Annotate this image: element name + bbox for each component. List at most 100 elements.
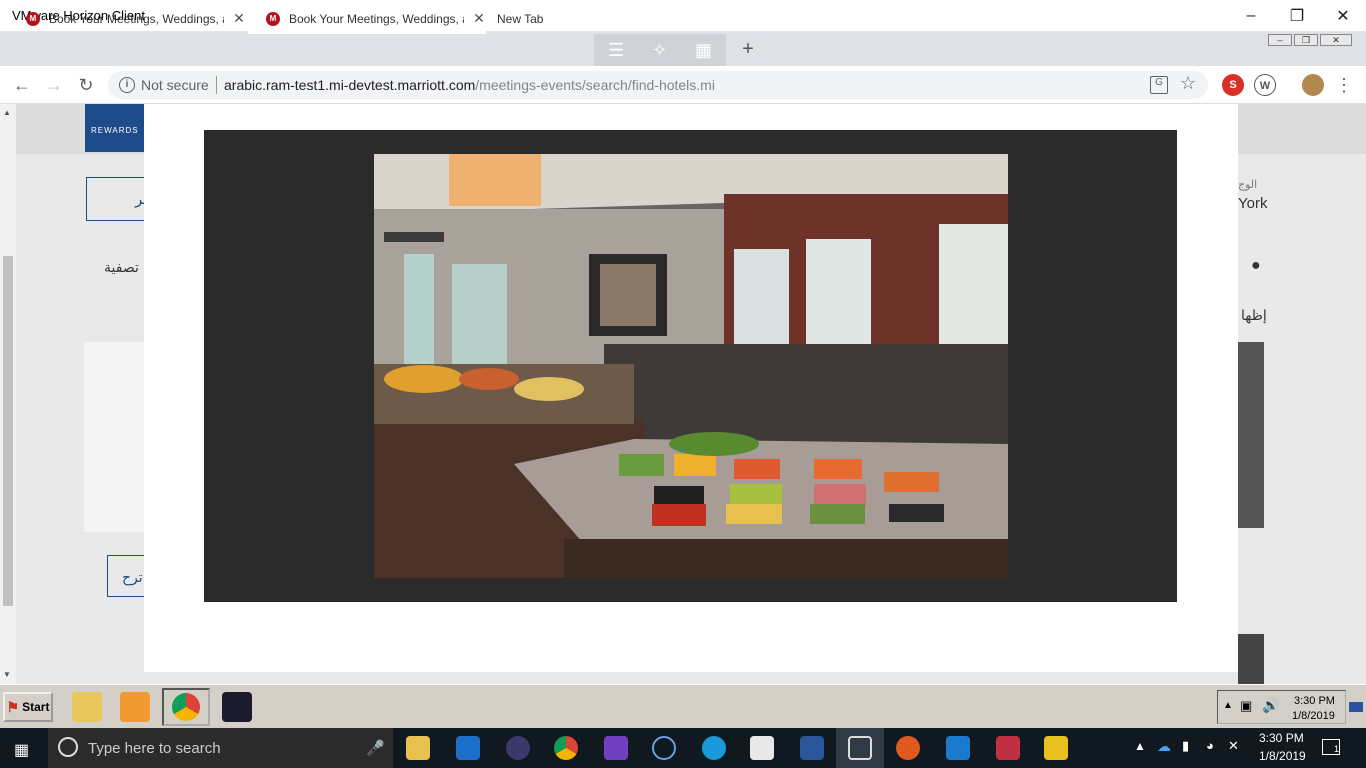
scroll-down-icon[interactable]: ▼: [3, 670, 11, 679]
chrome-icon[interactable]: [554, 736, 578, 760]
vm-system-tray: ▲ ▣ 🔊 3:30 PM 1/8/2019: [1217, 690, 1346, 724]
forward-icon[interactable]: →: [42, 74, 66, 98]
security-label: Not secure: [141, 77, 209, 93]
eclipse-icon[interactable]: [506, 736, 530, 760]
filter-label[interactable]: تصفية: [104, 259, 139, 276]
notification-count: 1: [1334, 744, 1340, 754]
show-label: إظها: [1241, 307, 1267, 323]
skype-icon[interactable]: [702, 736, 726, 760]
intellij-icon[interactable]: [604, 736, 628, 760]
outlook-icon[interactable]: [456, 736, 480, 760]
displays-icon[interactable]: ▦: [695, 40, 712, 61]
file-explorer-icon[interactable]: [406, 736, 430, 760]
media-player-icon[interactable]: [120, 692, 150, 722]
chrome-taskbar-button[interactable]: [162, 688, 210, 726]
url-text[interactable]: arabic.ram-test1.mi-devtest.marriott.com…: [224, 77, 715, 93]
edge-icon[interactable]: [946, 736, 970, 760]
microphone-icon[interactable]: 🎤: [366, 739, 385, 757]
photos-icon[interactable]: [750, 736, 774, 760]
back-icon[interactable]: ←: [10, 74, 34, 98]
tab-close-icon[interactable]: ✕: [232, 10, 246, 27]
keepass-icon[interactable]: [1044, 736, 1068, 760]
wifi-icon[interactable]: ◕: [1206, 738, 1214, 753]
close-button[interactable]: ✕: [1320, 0, 1366, 32]
clock-time[interactable]: 3:30 PM: [1259, 731, 1304, 745]
scroll-thumb[interactable]: [3, 256, 13, 606]
info-icon[interactable]: i: [119, 77, 135, 93]
inner-minimize-button[interactable]: –: [1268, 34, 1292, 46]
extension-s-icon[interactable]: S: [1222, 74, 1244, 96]
tray-expand-icon[interactable]: ▲: [1223, 700, 1233, 711]
result-card: [84, 342, 146, 532]
clock-date[interactable]: 1/8/2019: [1259, 749, 1306, 763]
search-box[interactable]: Type here to search 🎤: [48, 728, 393, 768]
hotel-thumb: [1238, 342, 1264, 528]
volume-muted-icon[interactable]: ✕: [1228, 738, 1239, 754]
brand-text: REWARDS: [91, 126, 139, 135]
start-button[interactable]: ⚑ Start: [3, 692, 53, 722]
vm-taskbar: ⚑ Start ▲ ▣ 🔊 3:30 PM 1/8/2019: [0, 684, 1366, 728]
vmware-horizon-icon: [848, 736, 872, 760]
gallery-photo[interactable]: [374, 154, 1008, 578]
tab-meetings-2[interactable]: M Book Your Meetings, Weddings, and ✕: [248, 3, 486, 34]
inner-close-button[interactable]: ✕: [1320, 34, 1352, 46]
cortana-icon[interactable]: [652, 736, 676, 760]
snipping-tool-icon[interactable]: [996, 736, 1020, 760]
extension-w-icon[interactable]: W: [1254, 74, 1276, 96]
tab-title: Book Your Meetings, Weddings, and: [48, 11, 225, 26]
divider: [216, 76, 217, 94]
show-desktop-icon[interactable]: [1349, 702, 1363, 712]
profile-avatar[interactable]: [1302, 74, 1324, 96]
windows-start-icon[interactable]: ▦: [14, 740, 29, 760]
tab-new-tab[interactable]: New Tab: [488, 3, 592, 34]
vm-clock-date: 1/8/2019: [1292, 710, 1335, 722]
tab-title: Book Your Meetings, Weddings, and: [288, 11, 465, 26]
new-tab-button[interactable]: +: [736, 38, 760, 62]
action-center-icon[interactable]: 1: [1322, 739, 1340, 755]
reload-icon[interactable]: ↻: [74, 74, 98, 98]
propose-fragment: ترح: [122, 569, 143, 585]
inner-restore-button[interactable]: ❐: [1294, 34, 1318, 46]
background-button[interactable]: ير: [86, 177, 148, 221]
page-scrollbar[interactable]: ▲ ▼: [0, 104, 16, 684]
address-bar[interactable]: i Not secure arabic.ram-test1.mi-devtest…: [108, 71, 1208, 99]
buffet-restaurant-image: [374, 154, 1008, 578]
url-host: arabic.ram-test1.mi-devtest.marriott.com: [224, 77, 476, 93]
menu-kebab-icon[interactable]: ⋮: [1332, 74, 1356, 98]
photo-gallery: [204, 130, 1177, 602]
postman-icon[interactable]: [896, 736, 920, 760]
hotel-thumb: [1238, 634, 1264, 684]
windows-taskbar: ▦ Type here to search 🎤 ▲ ☁ ▮ ◕ ✕ 3:30 P…: [0, 728, 1366, 768]
word-icon[interactable]: [800, 736, 824, 760]
minimize-button[interactable]: –: [1228, 0, 1274, 32]
volume-icon[interactable]: 🔊: [1262, 697, 1279, 714]
menu-icon[interactable]: ☰: [608, 40, 624, 61]
tab-title: New Tab: [497, 11, 544, 26]
vm-clock-time: 3:30 PM: [1294, 695, 1335, 707]
url-path: /meetings-events/search/find-hotels.mi: [475, 77, 715, 93]
vmware-toolbar: ☰ ✧ ▦: [594, 34, 726, 66]
translate-icon[interactable]: G: [1150, 76, 1168, 94]
chrome-icon: [172, 693, 200, 721]
disconnect-icon[interactable]: ✧: [652, 40, 667, 61]
onedrive-icon[interactable]: ☁: [1157, 738, 1171, 755]
network-icon[interactable]: ▣: [1240, 698, 1252, 714]
marriott-favicon-icon: M: [266, 11, 280, 26]
propose-button[interactable]: ترح: [107, 555, 147, 597]
scroll-up-icon[interactable]: ▲: [3, 108, 11, 117]
tray-expand-icon[interactable]: ▲: [1134, 739, 1146, 753]
search-placeholder: Type here to search: [88, 740, 221, 757]
bookmark-star-icon[interactable]: ☆: [1180, 73, 1196, 94]
intellij-icon[interactable]: [222, 692, 252, 722]
city-value: York: [1238, 195, 1268, 212]
vmware-horizon-taskbar-button[interactable]: [836, 728, 884, 768]
file-explorer-icon[interactable]: [72, 692, 102, 722]
start-label: Start: [22, 700, 50, 714]
battery-icon[interactable]: ▮: [1182, 738, 1189, 754]
tab-meetings-1[interactable]: M Book Your Meetings, Weddings, and ✕: [8, 3, 246, 34]
destination-label: الوج: [1238, 179, 1258, 191]
search-icon: [58, 737, 78, 757]
windows-flag-icon: ⚑: [6, 698, 20, 715]
restore-button[interactable]: ❐: [1274, 0, 1320, 32]
tab-close-icon[interactable]: ✕: [472, 10, 486, 27]
